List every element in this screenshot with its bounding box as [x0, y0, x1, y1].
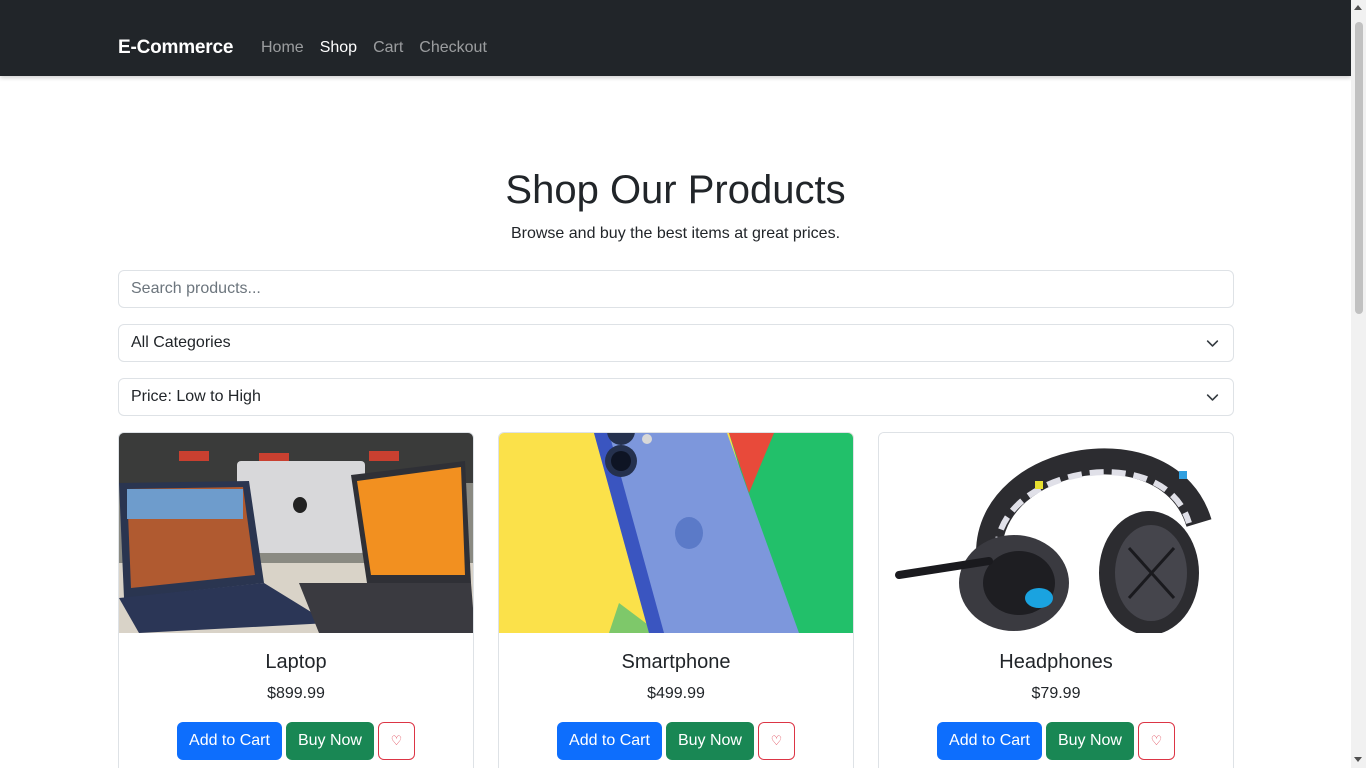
product-actions: Add to Cart Buy Now ♡: [879, 722, 1233, 760]
category-select-value: All Categories: [131, 334, 231, 351]
nav-link-home[interactable]: Home: [261, 39, 304, 57]
product-name: Laptop: [265, 651, 327, 673]
product-price: $499.99: [647, 685, 705, 702]
nav-link-checkout[interactable]: Checkout: [419, 39, 487, 57]
navbar: E-Commerce Home Shop Cart Checkout: [0, 0, 1351, 76]
heart-icon[interactable]: ♡: [377, 722, 415, 760]
product-actions: Add to Cart Buy Now ♡: [499, 722, 853, 760]
add-to-cart-button[interactable]: Add to Cart: [937, 722, 1042, 760]
scrollbar-thumb[interactable]: [1355, 22, 1363, 314]
nav-links: Home Shop Cart Checkout: [261, 39, 487, 57]
buy-now-button[interactable]: Buy Now: [285, 722, 374, 760]
chevron-down-icon: [1206, 394, 1219, 401]
buy-now-button[interactable]: Buy Now: [1045, 722, 1134, 760]
brand-logo[interactable]: E-Commerce: [118, 37, 233, 59]
page-title: Shop Our Products: [505, 168, 846, 212]
laptop-image: [119, 433, 473, 633]
page-subtitle: Browse and buy the best items at great p…: [510, 225, 841, 242]
product-card-smartphone: Smartphone $499.99 Add to Cart Buy Now ♡: [498, 432, 854, 768]
page-scrollbar[interactable]: [1351, 0, 1366, 768]
add-to-cart-button[interactable]: Add to Cart: [177, 722, 282, 760]
product-price: $899.99: [267, 685, 325, 702]
product-name: Smartphone: [621, 651, 731, 673]
headphones-image: [879, 433, 1233, 633]
nav-link-cart[interactable]: Cart: [373, 39, 403, 57]
nav-link-shop[interactable]: Shop: [320, 39, 357, 57]
chevron-down-icon: [1206, 340, 1219, 347]
product-price: $79.99: [1031, 685, 1081, 702]
buy-now-button[interactable]: Buy Now: [665, 722, 754, 760]
product-card-headphones: Headphones $79.99 Add to Cart Buy Now ♡: [878, 432, 1234, 768]
category-select[interactable]: All Categories: [118, 324, 1234, 362]
heart-icon[interactable]: ♡: [757, 722, 795, 760]
product-actions: Add to Cart Buy Now ♡: [119, 722, 473, 760]
smartphone-image: [499, 433, 853, 633]
product-name: Headphones: [999, 651, 1113, 673]
sort-select[interactable]: Price: Low to High: [118, 378, 1234, 416]
product-card-laptop: Laptop $899.99 Add to Cart Buy Now ♡: [118, 432, 474, 768]
sort-select-value: Price: Low to High: [131, 388, 261, 405]
add-to-cart-button[interactable]: Add to Cart: [557, 722, 662, 760]
search-input[interactable]: Search products...: [118, 270, 1234, 308]
scroll-down-icon[interactable]: [1354, 757, 1362, 762]
scroll-up-icon[interactable]: [1354, 5, 1362, 10]
heart-icon[interactable]: ♡: [1137, 722, 1175, 760]
